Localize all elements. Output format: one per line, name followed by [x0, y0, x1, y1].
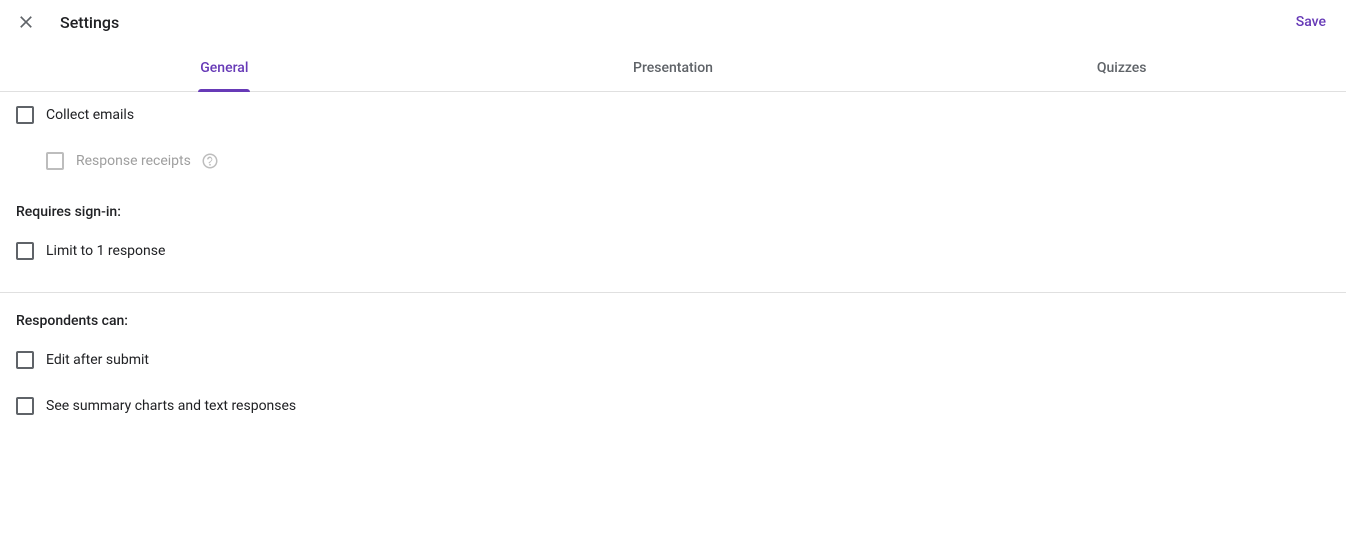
- checkbox-collect-emails[interactable]: [16, 106, 34, 124]
- tab-general[interactable]: General: [0, 44, 449, 91]
- checkbox-response-receipts: [46, 152, 64, 170]
- close-button[interactable]: [14, 10, 38, 34]
- option-collect-emails: Collect emails: [0, 92, 1346, 138]
- label-edit-after: Edit after submit: [46, 352, 149, 368]
- label-collect-emails: Collect emails: [46, 107, 134, 123]
- save-button[interactable]: Save: [1290, 10, 1332, 34]
- dialog-header: Settings Save: [0, 0, 1346, 44]
- option-limit-one: Limit to 1 response: [0, 228, 1346, 274]
- tabs: General Presentation Quizzes: [0, 44, 1346, 92]
- tab-quizzes[interactable]: Quizzes: [897, 44, 1346, 91]
- checkbox-limit-one[interactable]: [16, 242, 34, 260]
- close-icon: [16, 12, 36, 32]
- option-response-receipts: Response receipts: [0, 138, 1346, 184]
- heading-requires-signin: Requires sign-in:: [0, 184, 1346, 228]
- checkbox-edit-after[interactable]: [16, 351, 34, 369]
- tab-presentation[interactable]: Presentation: [449, 44, 898, 91]
- page-title: Settings: [60, 13, 119, 32]
- settings-content: Collect emails Response receipts Require…: [0, 92, 1346, 429]
- heading-respondents-can: Respondents can:: [0, 293, 1346, 337]
- help-icon[interactable]: [201, 152, 219, 170]
- label-response-receipts: Response receipts: [76, 153, 191, 169]
- checkbox-see-summary[interactable]: [16, 397, 34, 415]
- label-limit-one: Limit to 1 response: [46, 243, 165, 259]
- label-see-summary: See summary charts and text responses: [46, 398, 296, 414]
- option-edit-after: Edit after submit: [0, 337, 1346, 383]
- option-see-summary: See summary charts and text responses: [0, 383, 1346, 429]
